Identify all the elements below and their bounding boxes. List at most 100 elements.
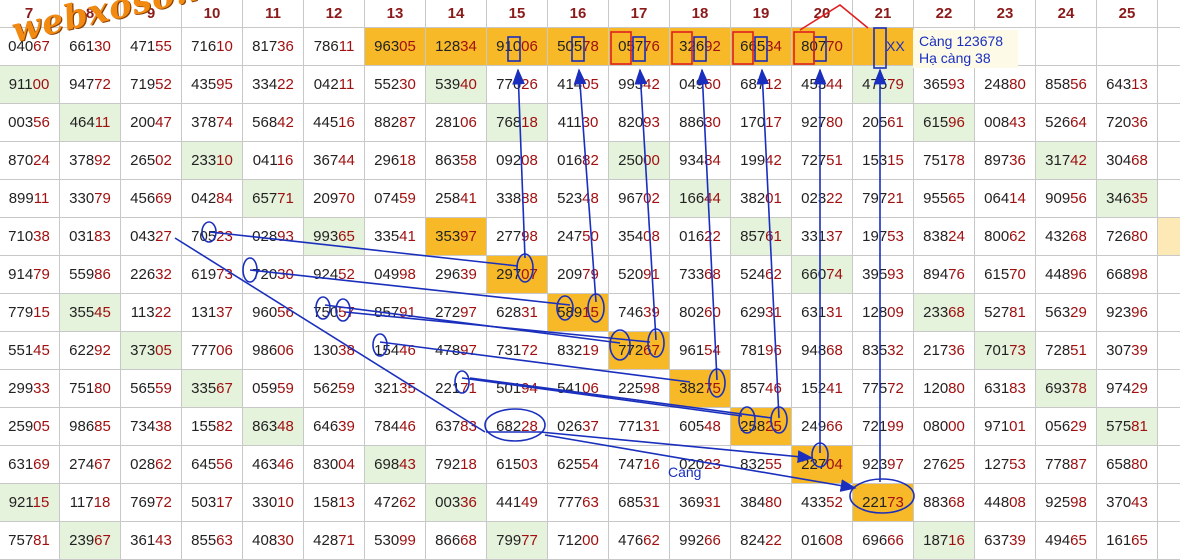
result-cell: 55230	[365, 66, 426, 104]
result-cell: 63739	[975, 522, 1036, 560]
result-cell: 17017	[731, 104, 792, 142]
result-cell: 77915	[0, 294, 60, 332]
result-cell: 25825	[731, 408, 792, 446]
result-cell: 69666	[853, 522, 914, 560]
result-cell: 72751	[792, 142, 853, 180]
result-cell: 43595	[182, 66, 243, 104]
result-cell: 13038	[304, 332, 365, 370]
result-cell: 63131	[792, 294, 853, 332]
result-cell: 69843	[365, 446, 426, 484]
result-cell: 36744	[304, 142, 365, 180]
result-cell: 38480	[731, 484, 792, 522]
result-cell: 50578	[548, 28, 609, 66]
result-cell: 91100	[0, 66, 60, 104]
result-cell: 43352	[792, 484, 853, 522]
result-cell: 25841	[426, 180, 487, 218]
result-cell: 31742	[1036, 142, 1097, 180]
result-cell: 91479	[0, 256, 60, 294]
column-header: 15	[487, 0, 548, 28]
result-cell: 19942	[731, 142, 792, 180]
result-cell: 77572	[853, 370, 914, 408]
result-cell: 04284	[182, 180, 243, 218]
result-cell: 74639	[609, 294, 670, 332]
result-cell: 72851	[1036, 332, 1097, 370]
result-cell: 63783	[426, 408, 487, 446]
result-cell: 95565	[914, 180, 975, 218]
result-cell: 87024	[0, 142, 60, 180]
note-line-2: Hạ càng 38	[919, 50, 991, 66]
result-cell: 83255	[731, 446, 792, 484]
result-cell: 75781	[0, 522, 60, 560]
result-cell: 65880	[1097, 446, 1158, 484]
result-cell: 74716	[609, 446, 670, 484]
result-cell: 75180	[60, 370, 121, 408]
result-cell: 61503	[487, 446, 548, 484]
result-cell: 73438	[121, 408, 182, 446]
result-cell: 36143	[121, 522, 182, 560]
result-cell: 70173	[975, 332, 1036, 370]
result-cell: 76972	[121, 484, 182, 522]
result-cell: 33567	[182, 370, 243, 408]
result-cell: 88287	[365, 104, 426, 142]
result-cell: 96154	[670, 332, 731, 370]
result-cell: 52348	[548, 180, 609, 218]
result-cell: 35545	[60, 294, 121, 332]
result-cell: 05776	[609, 28, 670, 66]
result-cell: 49465	[1036, 522, 1097, 560]
result-cell: 91006	[487, 28, 548, 66]
result-cell: 98685	[60, 408, 121, 446]
result-cell: 81	[1158, 66, 1180, 104]
result-cell: 85761	[731, 218, 792, 256]
result-cell: 56559	[121, 370, 182, 408]
column-header	[1158, 0, 1180, 28]
result-cell: 92598	[1036, 484, 1097, 522]
result-cell: 89911	[0, 180, 60, 218]
result-cell: 52664	[1036, 104, 1097, 142]
result-cell: 62931	[731, 294, 792, 332]
result-cell: 66074	[792, 256, 853, 294]
result-cell: 52091	[609, 256, 670, 294]
result-cell: 78196	[731, 332, 792, 370]
result-cell: 04960	[670, 66, 731, 104]
result-cell: 71610	[182, 28, 243, 66]
result-cell: 83532	[853, 332, 914, 370]
result-cell: 89736	[975, 142, 1036, 180]
result-cell: 22704	[792, 446, 853, 484]
result-cell: 62831	[487, 294, 548, 332]
result-cell: 72030	[243, 256, 304, 294]
result-cell: 24880	[975, 66, 1036, 104]
result-cell: 44149	[487, 484, 548, 522]
result-cell: 47262	[365, 484, 426, 522]
result-cell: 58915	[548, 294, 609, 332]
column-header: 25	[1097, 0, 1158, 28]
result-cell: 71038	[0, 218, 60, 256]
result-cell: 03183	[60, 218, 121, 256]
result-cell: 35408	[609, 218, 670, 256]
result-cell: 11322	[121, 294, 182, 332]
result-cell: 86358	[426, 142, 487, 180]
column-header: 18	[670, 0, 731, 28]
result-cell: 89476	[914, 256, 975, 294]
result-cell: 96056	[243, 294, 304, 332]
result-cell: 02637	[548, 408, 609, 446]
column-header: 12	[304, 0, 365, 28]
result-cell: 92396	[1097, 294, 1158, 332]
result-cell: 52781	[975, 294, 1036, 332]
result-cell: 74	[1158, 180, 1180, 218]
result-cell: 73172	[487, 332, 548, 370]
result-cell: 64556	[182, 446, 243, 484]
result-cell: 86348	[243, 408, 304, 446]
result-cell: 68712	[731, 66, 792, 104]
result-cell: 79721	[853, 180, 914, 218]
result-cell: 16644	[670, 180, 731, 218]
result-cell: 88368	[914, 484, 975, 522]
result-cell: 83219	[548, 332, 609, 370]
column-header: 17	[609, 0, 670, 28]
result-cell	[1036, 28, 1097, 66]
result-cell: 24966	[792, 408, 853, 446]
result-cell: 77626	[487, 66, 548, 104]
result-cell: 68531	[609, 484, 670, 522]
result-cell: 79977	[487, 522, 548, 560]
result-cell: 37043	[1097, 484, 1158, 522]
result-cell: 56842	[243, 104, 304, 142]
